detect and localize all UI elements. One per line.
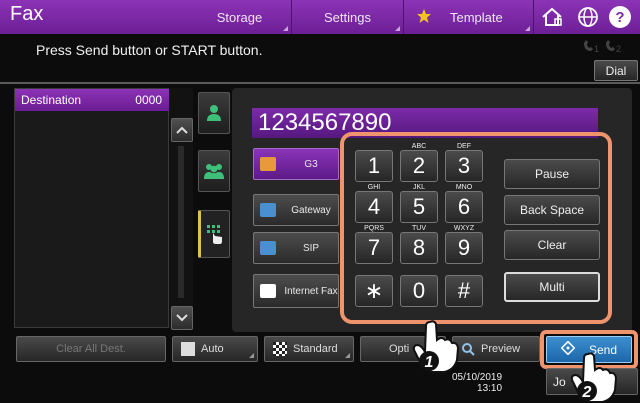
key-asterisk[interactable]: ∗ xyxy=(355,275,393,307)
fax-screen: Fax Storage Settings Template ? Press Se… xyxy=(0,0,640,403)
callout-2-number: 2 xyxy=(582,384,592,401)
backspace-button[interactable]: Back Space xyxy=(504,195,600,225)
svg-text:?: ? xyxy=(615,9,624,26)
expand-corner-icon xyxy=(395,26,400,31)
tab-template[interactable]: Template xyxy=(404,0,534,34)
expand-corner-icon xyxy=(525,26,530,31)
time: 13:10 xyxy=(477,383,503,394)
option-label: Opti xyxy=(389,343,410,355)
gateway-icon xyxy=(260,203,276,217)
job-status-label: Jo xyxy=(553,374,566,389)
tab-storage[interactable]: Storage xyxy=(188,0,292,34)
help-icon[interactable]: ? xyxy=(606,3,634,31)
tab-group-destination[interactable] xyxy=(198,150,230,192)
tab-settings[interactable]: Settings xyxy=(292,0,404,34)
auto-color-button[interactable]: Auto xyxy=(172,336,258,362)
fax-machine-icon xyxy=(260,157,276,171)
svg-text:1: 1 xyxy=(594,44,605,54)
line-status-icons: 12 xyxy=(582,40,628,57)
person-icon xyxy=(207,105,221,121)
pause-button[interactable]: Pause xyxy=(504,159,600,189)
app-title: Fax xyxy=(10,3,44,25)
color-mode-icon xyxy=(181,342,195,356)
line-gateway-button[interactable]: Gateway xyxy=(253,194,339,226)
line-internet-fax-label: Internet Fax xyxy=(284,285,338,297)
group-icon xyxy=(204,164,224,179)
chevron-up-icon xyxy=(176,126,188,134)
key-3-letters: DEF xyxy=(457,143,471,150)
key-2[interactable]: 2 xyxy=(400,150,438,182)
svg-text:2: 2 xyxy=(616,44,627,54)
globe-icon[interactable] xyxy=(574,3,602,31)
preview-label: Preview xyxy=(481,343,521,355)
envelope-icon xyxy=(260,284,276,298)
resolution-button[interactable]: Standard xyxy=(264,336,354,362)
header-divider xyxy=(0,82,640,84)
key-6-letters: MNO xyxy=(455,184,473,191)
magnifier-icon xyxy=(461,342,475,356)
callout-1-number: 1 xyxy=(425,354,434,371)
expand-corner-icon xyxy=(345,353,350,358)
destination-list[interactable]: Destination 0000 xyxy=(14,88,170,328)
star-icon xyxy=(416,8,432,27)
checker-icon xyxy=(273,342,287,356)
line-sip-button[interactable]: SIP xyxy=(253,232,339,264)
top-bar: Fax Storage Settings Template ? xyxy=(0,0,640,34)
callout-hand-1: 1 xyxy=(410,318,462,374)
scroll-up-button[interactable] xyxy=(171,118,193,142)
expand-corner-icon xyxy=(283,26,288,31)
home-icon[interactable] xyxy=(538,3,566,31)
multi-button[interactable]: Multi xyxy=(504,272,600,302)
preview-button[interactable]: Preview xyxy=(452,336,540,362)
key-4-letters: GHI xyxy=(367,184,381,191)
tab-settings-label: Settings xyxy=(324,9,371,25)
line-internet-fax-button[interactable]: Internet Fax xyxy=(253,274,339,308)
line-g3-button[interactable]: G3 xyxy=(253,148,339,180)
key-0[interactable]: 0 xyxy=(400,275,438,307)
chevron-down-icon xyxy=(176,314,188,322)
destination-label: Destination xyxy=(21,93,82,107)
tab-template-label: Template xyxy=(450,9,503,25)
key-8[interactable]: 8 xyxy=(400,232,438,264)
scroll-down-button[interactable] xyxy=(171,306,193,330)
tab-storage-label: Storage xyxy=(216,9,263,25)
clear-button[interactable]: Clear xyxy=(504,230,600,260)
line-sip-label: SIP xyxy=(302,242,320,254)
key-7-letters: PQRS xyxy=(364,225,384,232)
key-7[interactable]: 7 xyxy=(355,232,393,264)
key-9[interactable]: 9 xyxy=(445,232,483,264)
sip-icon xyxy=(260,241,276,255)
destination-count: 0000 xyxy=(135,93,162,107)
line-gateway-label: Gateway xyxy=(291,204,331,216)
key-3[interactable]: 3 xyxy=(445,150,483,182)
key-2-letters: ABC xyxy=(411,143,427,150)
scroll-track[interactable] xyxy=(178,146,184,298)
line-g3-label: G3 xyxy=(304,158,318,170)
key-hash[interactable]: # xyxy=(445,275,483,307)
key-1[interactable]: 1 xyxy=(355,150,393,182)
callout-hand-2: 2 xyxy=(568,350,620,403)
clear-all-destinations-button[interactable]: Clear All Dest. xyxy=(16,336,166,362)
key-9-letters: WXYZ xyxy=(453,225,475,232)
date-time: 05/10/2019 13:10 xyxy=(452,372,502,394)
resolution-label: Standard xyxy=(293,343,338,355)
tab-keypad-input[interactable] xyxy=(198,210,230,258)
tab-single-destination[interactable] xyxy=(198,92,230,134)
status-message: Press Send button or START button. xyxy=(36,42,263,58)
key-8-letters: TUV xyxy=(412,225,426,232)
key-5[interactable]: 5 xyxy=(400,191,438,223)
expand-corner-icon xyxy=(249,353,254,358)
key-5-letters: JKL xyxy=(412,184,426,191)
key-4[interactable]: 4 xyxy=(355,191,393,223)
key-6[interactable]: 6 xyxy=(445,191,483,223)
destination-header: Destination 0000 xyxy=(15,89,170,111)
dial-button[interactable]: Dial xyxy=(594,60,638,81)
keypad-touch-icon xyxy=(207,225,222,244)
auto-color-label: Auto xyxy=(201,343,224,355)
